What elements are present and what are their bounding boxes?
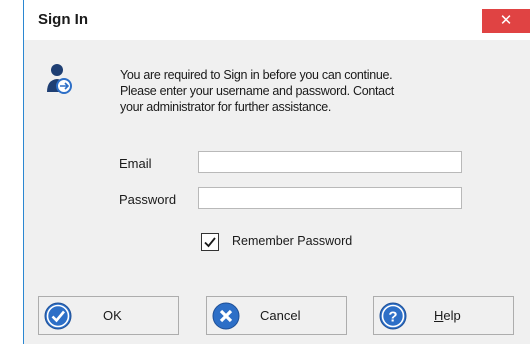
user-icon xyxy=(47,64,72,94)
checkmark-circle-icon xyxy=(44,302,72,330)
close-button[interactable]: ✕ xyxy=(482,9,530,33)
password-field[interactable] xyxy=(198,187,462,209)
svg-text:?: ? xyxy=(388,309,397,326)
close-icon: ✕ xyxy=(499,12,513,29)
remember-password-checkbox[interactable] xyxy=(201,233,219,251)
question-circle-icon: ? xyxy=(379,302,407,330)
password-label: Password xyxy=(119,192,177,207)
sign-in-dialog: Sign In ✕ You are required to Sign in be… xyxy=(23,0,530,344)
email-label: Email xyxy=(119,156,152,171)
dialog-title: Sign In xyxy=(38,11,88,28)
ok-button[interactable]: OK xyxy=(38,296,179,335)
email-field[interactable] xyxy=(198,151,462,173)
message-line-2: Please enter your username and password.… xyxy=(120,84,394,98)
message-line-3: your administrator for further assistanc… xyxy=(120,100,332,114)
cancel-button[interactable]: Cancel xyxy=(206,296,347,335)
cancel-button-label: Cancel xyxy=(260,308,301,323)
x-circle-icon xyxy=(212,302,240,330)
info-message: You are required to Sign in before you c… xyxy=(120,67,480,115)
help-button-label: Help xyxy=(434,308,461,323)
ok-button-label: OK xyxy=(103,308,122,323)
remember-password-label: Remember Password xyxy=(232,234,353,248)
title-bar: Sign In ✕ xyxy=(24,0,530,40)
checkmark-icon xyxy=(204,237,216,248)
message-line-1: You are required to Sign in before you c… xyxy=(120,68,393,82)
help-button[interactable]: ? Help xyxy=(373,296,514,335)
